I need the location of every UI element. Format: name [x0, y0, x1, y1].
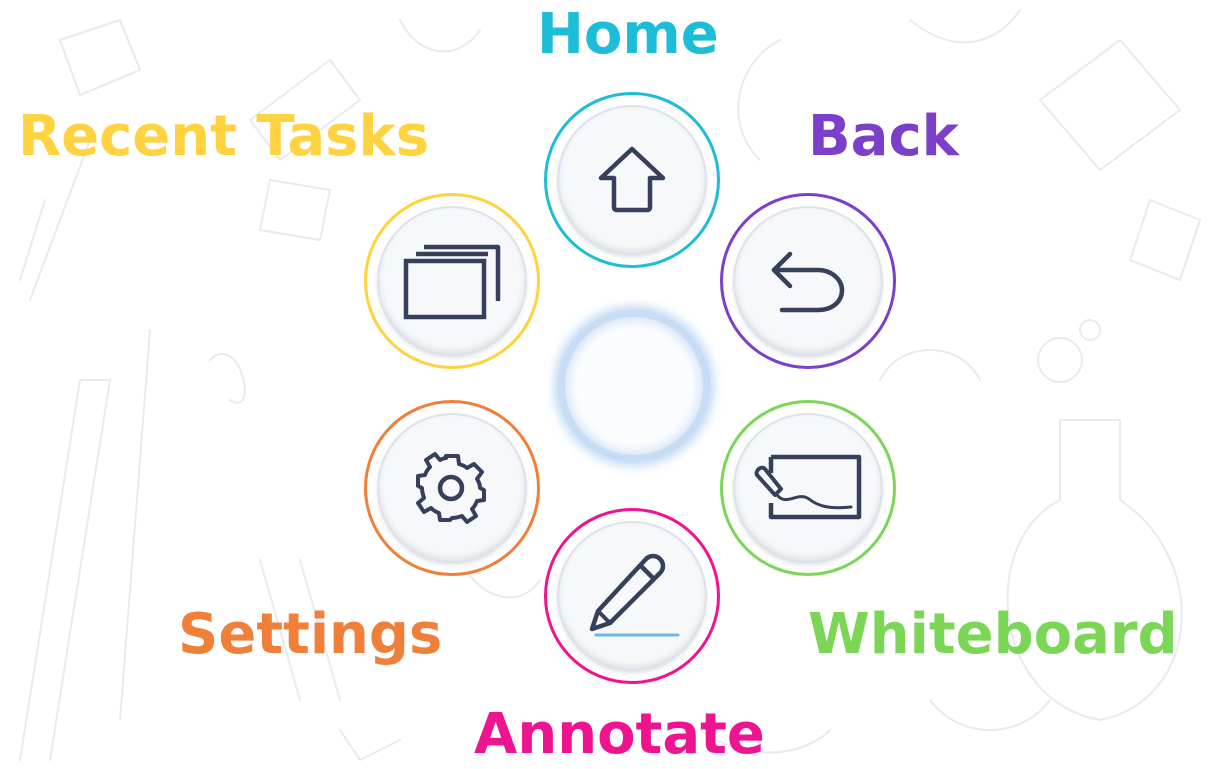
- settings-button[interactable]: [364, 400, 540, 576]
- settings-button-face: [379, 415, 525, 561]
- gear-icon: [416, 452, 486, 524]
- home-icon: [598, 146, 666, 213]
- annotate-button-face: [559, 523, 705, 669]
- settings-label: Settings: [178, 602, 443, 667]
- home-button-face: [559, 107, 705, 253]
- whiteboard-button-face: [735, 415, 881, 561]
- whiteboard-icon: [754, 454, 862, 520]
- back-button[interactable]: [720, 193, 896, 369]
- windows-stack-icon: [403, 244, 501, 320]
- home-label: Home: [537, 2, 719, 67]
- whiteboard-label: Whiteboard: [808, 602, 1178, 667]
- annotate-label: Annotate: [474, 702, 765, 767]
- recent-tasks-button[interactable]: [364, 193, 540, 369]
- back-button-face: [735, 208, 881, 354]
- whiteboard-button[interactable]: [720, 400, 896, 576]
- center-menu-button[interactable]: [558, 310, 710, 462]
- annotate-button[interactable]: [544, 508, 720, 684]
- back-label: Back: [808, 104, 959, 169]
- recent-tasks-button-face: [379, 208, 525, 354]
- back-arrow-icon: [771, 251, 845, 313]
- recent-tasks-label: Recent Tasks: [18, 104, 430, 169]
- pencil-icon: [589, 553, 680, 637]
- home-button[interactable]: [544, 92, 720, 268]
